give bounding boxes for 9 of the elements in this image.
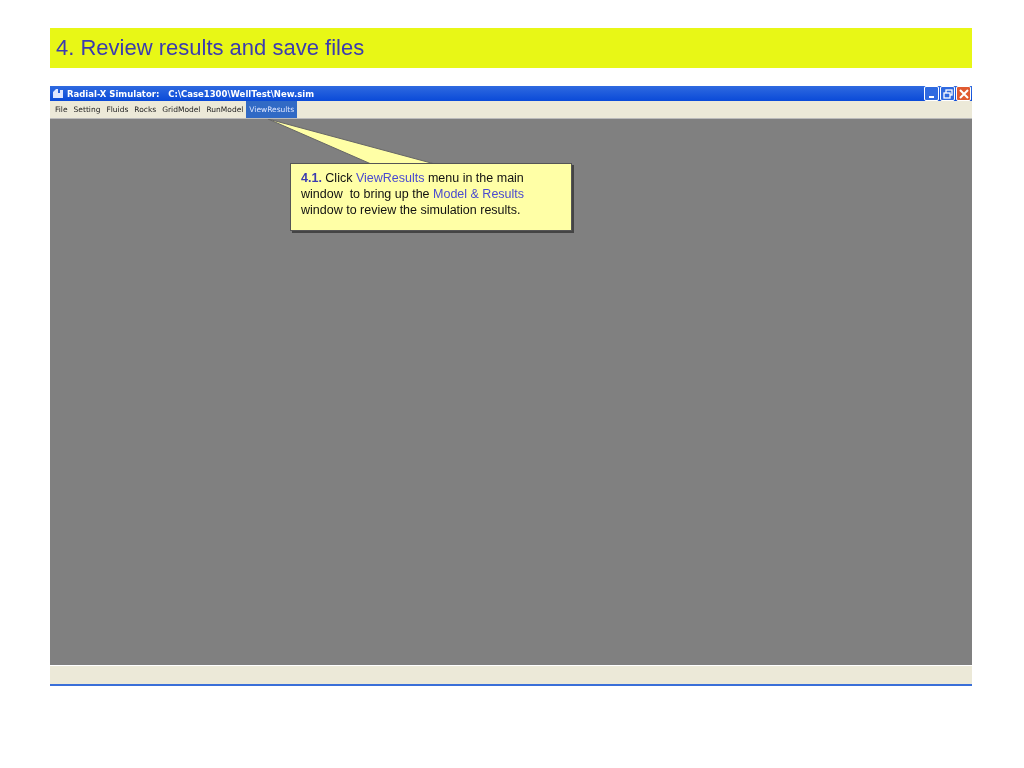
minimize-button[interactable] <box>924 86 939 101</box>
minimize-icon <box>929 95 934 98</box>
slide-title: 4. Review results and save files <box>50 28 972 68</box>
close-button[interactable] <box>956 86 971 101</box>
restore-button[interactable] <box>940 86 955 101</box>
restore-icon <box>942 88 953 99</box>
window-title: Radial-X Simulator: C:\Case1300\WellTest\New.sim <box>67 88 315 99</box>
app-icon <box>53 89 63 98</box>
close-icon <box>958 88 969 99</box>
